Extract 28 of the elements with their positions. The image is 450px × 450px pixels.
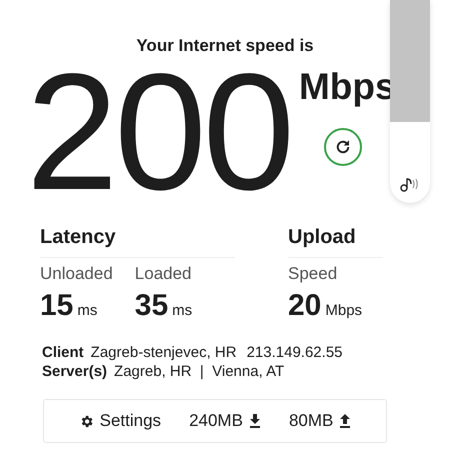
download-size: 240MB [189,411,243,431]
metric-value: 20 [288,289,322,322]
upload-size: 80MB [288,411,334,431]
volume-slider[interactable] [390,0,430,203]
metric-label: Unloaded [40,264,113,284]
info-value: Zagreb-stenjevec, HR [90,344,237,361]
refresh-button[interactable] [324,128,362,166]
info-value: 213.149.62.55 [246,344,343,361]
speed-value: 200 [26,58,291,208]
info-label: Server(s) [42,363,108,380]
settings-icon [78,414,94,428]
info-value: Zagreb, HR | Vienna, AT [114,363,284,380]
section-heading: Upload [288,226,383,258]
upload-icon [339,414,352,428]
speed-unit: Mbps [298,66,396,108]
sound-icon [400,176,420,192]
metric-unit: ms [172,302,192,319]
metric-unit: ms [77,302,98,319]
section-heading: Latency [40,226,235,258]
metric-label: Loaded [134,264,192,284]
metric-value: 15 [40,289,74,322]
metric-unit: Mbps [325,302,362,319]
speed-heading: Your Internet speed is [135,35,315,57]
download-icon [248,414,261,428]
metric-label: Speed [288,264,338,284]
settings-link[interactable]: Settings [78,411,162,431]
info-label: Client [42,344,84,361]
metric-value: 35 [134,289,168,322]
